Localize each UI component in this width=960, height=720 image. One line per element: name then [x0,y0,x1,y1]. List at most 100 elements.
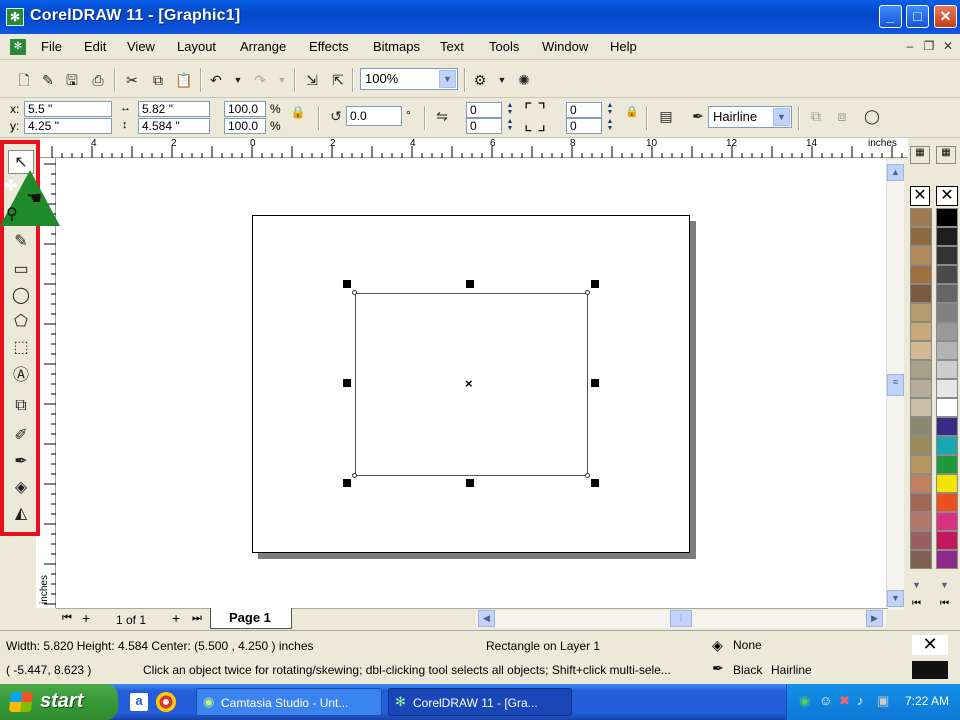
selection-handle[interactable] [591,280,599,288]
menu-bitmaps[interactable]: Bitmaps [373,39,420,54]
color-swatch[interactable] [910,398,932,417]
lock-ratio-icon[interactable]: 🔒 [288,102,308,122]
spin-up-down-icon[interactable]: ▲ ▼ [603,118,617,134]
speaker-icon[interactable]: ♪ [857,693,864,708]
paste-icon[interactable]: 📋 [174,70,194,90]
ellipse-tool-icon[interactable]: ◯ [8,284,34,308]
palette-first-icon[interactable]: ⏮ [940,598,949,609]
color-swatch[interactable] [936,436,958,455]
selection-handle[interactable] [591,379,599,387]
color-swatch[interactable] [936,550,958,569]
menu-layout[interactable]: Layout [177,39,216,54]
selection-handle[interactable] [343,479,351,487]
color-swatch[interactable] [936,341,958,360]
color-swatch[interactable] [910,208,932,227]
taskbar-button-coreldraw[interactable]: ✻ CorelDRAW 11 - [Gra... [388,688,572,716]
zoom-tool-icon[interactable]: ⚲ [6,204,18,224]
import-icon[interactable]: ⇲ [302,70,322,90]
menu-arrange[interactable]: Arrange [240,39,286,54]
color-swatch[interactable] [910,322,932,341]
wrap-text-icon[interactable]: ▤ [656,106,676,126]
spin-up-down-icon[interactable]: ▲ ▼ [503,102,517,118]
add-page-before-icon[interactable]: + [82,610,90,626]
doc-close-button[interactable]: ✕ [940,39,956,55]
application-launcher-icon[interactable]: ⚙ [470,70,490,90]
cut-icon[interactable]: ✂ [122,70,142,90]
outline-swatch-black[interactable] [912,661,948,679]
color-swatch[interactable] [936,303,958,322]
new-document-icon[interactable]: 🗋 [14,70,34,90]
scroll-left-icon[interactable]: ◀ [478,610,495,627]
color-swatch[interactable] [936,360,958,379]
menu-edit[interactable]: Edit [84,39,106,54]
add-page-after-icon[interactable]: + [172,610,180,626]
color-swatch[interactable] [936,246,958,265]
no-fill-swatch[interactable]: ✕ [936,186,958,206]
no-fill-swatch[interactable]: ✕ [910,186,930,206]
maximize-button[interactable]: □ [906,5,929,28]
color-swatch[interactable] [910,303,932,322]
scale-height-field[interactable]: 100.0 [224,118,266,134]
tray-icon[interactable]: ☺ [819,693,832,708]
to-front-icon[interactable]: ⧉ [806,106,826,126]
selection-handle[interactable] [343,379,351,387]
chevron-down-icon[interactable]: ▼ [439,70,456,88]
minimize-button[interactable]: _ [879,5,902,28]
text-tool-icon[interactable]: Ⓐ [8,364,34,388]
round-corners-together-icon[interactable]: 🔒 [622,102,642,122]
color-swatch[interactable] [936,208,958,227]
scroll-down-icon[interactable]: ▼ [887,590,904,607]
tray-icon[interactable]: ✖ [839,693,850,709]
scroll-thumb[interactable]: ≡ [887,374,904,396]
interactive-blend-tool-icon[interactable]: ⧉ [8,394,34,418]
palette-first-icon[interactable]: ⏮ [912,598,921,609]
color-swatch[interactable] [910,474,932,493]
scale-width-field[interactable]: 100.0 [224,101,266,117]
fill-tool-icon[interactable]: ◈ [8,476,34,500]
launcher-dropdown-icon[interactable]: ▼ [492,70,512,90]
corel-online-icon[interactable]: ✺ [514,70,534,90]
rectangle-tool-icon[interactable]: ▭ [8,258,34,282]
color-swatch[interactable] [910,455,932,474]
color-swatch[interactable] [910,360,932,379]
scroll-right-icon[interactable]: ▶ [866,610,883,627]
color-swatch[interactable] [936,265,958,284]
center-marker-icon[interactable]: × [465,376,473,391]
spin-up-down-icon[interactable]: ▲ ▼ [603,102,617,118]
color-swatch[interactable] [936,531,958,550]
taskbar-button-camtasia[interactable]: ◉ Camtasia Studio - Unt... [196,688,382,716]
scroll-up-icon[interactable]: ▲ [887,164,904,181]
last-page-icon[interactable]: ⏭ [192,612,202,625]
corner-node[interactable] [352,473,357,478]
color-swatch[interactable] [910,246,932,265]
color-swatch[interactable] [910,379,932,398]
fill-swatch-none[interactable]: ✕ [912,635,948,655]
menu-tools[interactable]: Tools [489,39,519,54]
to-back-icon[interactable]: ⧈ [832,106,852,126]
color-swatch[interactable] [910,531,932,550]
color-swatch[interactable] [910,417,932,436]
color-swatch[interactable] [936,493,958,512]
scroll-thumb-horizontal[interactable]: ⦙ [670,610,692,627]
color-swatch[interactable] [910,341,932,360]
first-page-icon[interactable]: ⏮ [62,612,72,625]
interactive-fill-tool-icon[interactable]: ◭ [8,502,34,526]
outline-tool-icon[interactable]: ✒ [8,450,34,474]
spin-up-down-icon[interactable]: ▲ ▼ [503,118,517,134]
palette-menu-icon[interactable]: ▦ [936,146,956,164]
selection-handle[interactable] [466,280,474,288]
x-position-field[interactable]: 5.5 " [24,101,112,117]
tray-icon[interactable]: ◉ [799,693,810,709]
quick-launch-icon[interactable] [156,692,176,712]
color-swatch[interactable] [936,417,958,436]
selection-handle[interactable] [466,479,474,487]
corner-roundness-tr[interactable]: 0 [566,102,602,118]
color-swatch[interactable] [910,227,932,246]
menu-text[interactable]: Text [440,39,464,54]
document-icon[interactable]: ✻ [10,39,26,55]
doc-minimize-button[interactable]: – [902,39,918,55]
undo-dropdown-icon[interactable]: ▼ [228,70,248,90]
color-swatch[interactable] [936,227,958,246]
menu-window[interactable]: Window [542,39,588,54]
redo-icon[interactable]: ↷ [250,70,270,90]
